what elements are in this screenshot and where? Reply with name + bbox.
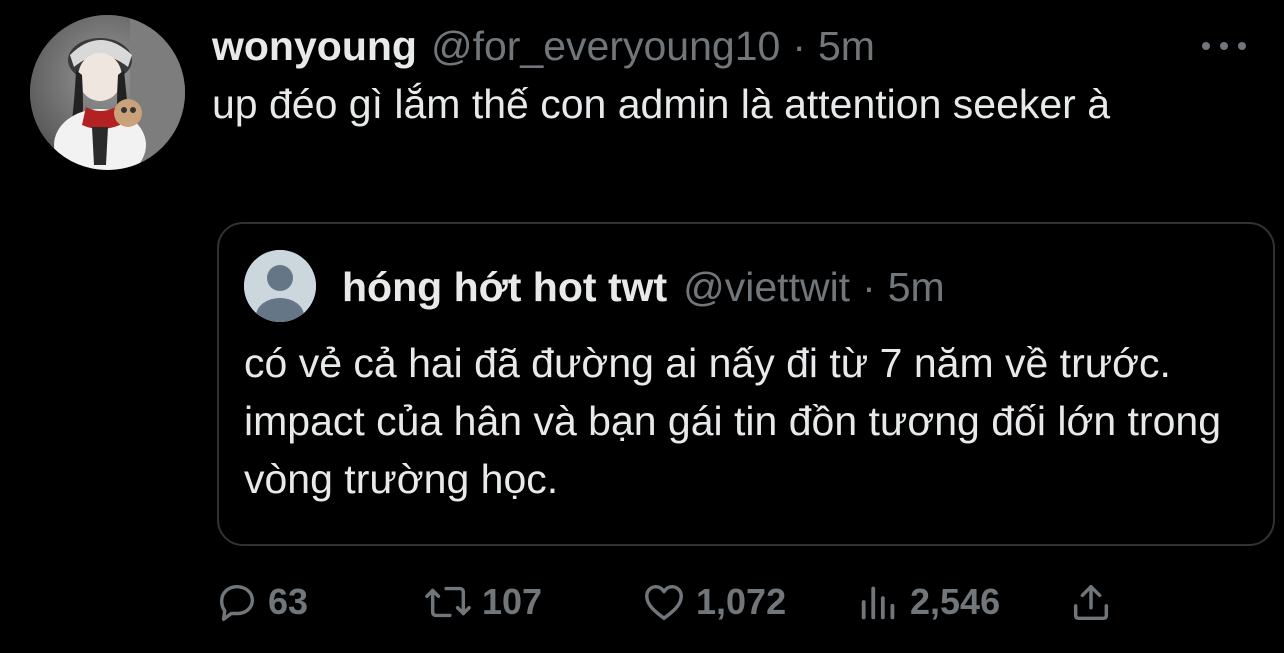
quoted-handle[interactable]: @viettwit: [683, 264, 850, 311]
more-dot: [1220, 42, 1228, 50]
like-button[interactable]: 1,072: [640, 574, 786, 630]
share-icon: [1068, 579, 1114, 625]
separator-dot: ·: [792, 22, 806, 69]
views-button[interactable]: 2,546: [856, 574, 1000, 630]
reply-icon: [214, 579, 260, 625]
tweet[interactable]: wonyoung @for_everyoung10 · 5m up đéo gì…: [0, 0, 1284, 653]
reply-button[interactable]: 63: [214, 574, 308, 630]
like-count: 1,072: [696, 581, 787, 622]
separator-dot: ·: [862, 263, 876, 310]
heart-icon: [640, 579, 688, 625]
retweet-count: 107: [482, 581, 543, 622]
views-count: 2,546: [910, 581, 1001, 622]
quoted-display-name[interactable]: hóng hớt hot twt: [342, 264, 667, 311]
tweet-text: up đéo gì lắm thế con admin là attention…: [212, 81, 1111, 127]
reply-count: 63: [268, 581, 309, 622]
tweet-timestamp[interactable]: 5m: [818, 23, 875, 70]
share-button[interactable]: [1068, 574, 1122, 630]
more-dot: [1202, 42, 1210, 50]
views-icon: [856, 579, 902, 625]
quoted-tweet[interactable]: hóng hớt hot twt @viettwit · 5m có vẻ cả…: [217, 222, 1275, 546]
action-bar: 63 107 1,072 2,546: [214, 574, 1154, 630]
quoted-text: có vẻ cả hai đã đường ai nấy đi từ 7 năm…: [244, 340, 1221, 502]
author-handle[interactable]: @for_everyoung10: [431, 23, 780, 70]
retweet-icon: [422, 579, 474, 625]
avatar[interactable]: [30, 15, 185, 170]
more-dot: [1238, 42, 1246, 50]
more-icon[interactable]: [1202, 34, 1246, 58]
quoted-avatar[interactable]: [244, 250, 316, 322]
quoted-header: hóng hớt hot twt @viettwit · 5m: [342, 258, 945, 316]
quoted-timestamp[interactable]: 5m: [888, 264, 945, 311]
retweet-button[interactable]: 107: [422, 574, 542, 630]
tweet-header: wonyoung @for_everyoung10 · 5m: [212, 18, 875, 74]
author-display-name[interactable]: wonyoung: [212, 23, 417, 70]
